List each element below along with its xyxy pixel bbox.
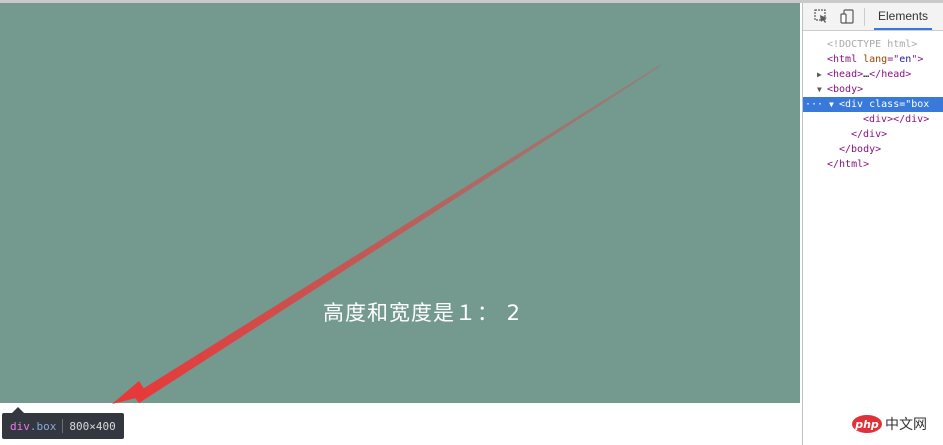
dom-token: <div [839,99,870,110]
tooltip-divider [62,419,64,433]
dom-node[interactable]: <html lang="en"> [803,52,943,67]
dom-token: "> [911,54,924,65]
tooltip-tag: div [10,419,30,433]
collapsed-triangle-icon[interactable]: ▶ [817,67,827,82]
dom-token: =" [887,54,900,65]
dom-node[interactable]: <!DOCTYPE html> [803,37,943,52]
dom-node[interactable]: </body> [803,142,943,157]
site-watermark: php 中文网 [852,414,927,434]
devtools-panel: Elements <!DOCTYPE html> <html lang="en">… [802,3,943,445]
device-toolbar-icon[interactable] [839,9,855,25]
dom-token: <body> [827,84,864,95]
tab-elements[interactable]: Elements [874,3,933,30]
dom-token: </html> [827,159,870,170]
dom-token: </head> [869,69,912,80]
devtools-toolbar: Elements [803,3,943,31]
element-tooltip: div.box 800×400 [2,407,124,439]
dom-token: <!DOCTYPE html> [827,39,918,50]
dom-node[interactable]: <div></div> [803,112,943,127]
dom-token: en [899,54,912,65]
dom-tree: <!DOCTYPE html> <html lang="en"> ▶ <head>…<… [803,31,943,172]
page-viewport: 高度和宽度是１： 2 div.box 800×400 [0,3,801,445]
watermark-text: 中文网 [885,417,927,433]
watermark-logo: php [852,415,882,433]
inspect-element-icon[interactable] [813,9,829,25]
tooltip-class: .box [29,419,57,433]
dom-token: </body> [839,144,882,155]
dom-token: lang [863,54,888,65]
dom-token: box [911,99,930,110]
dom-node[interactable]: </html> [803,157,943,172]
dom-token: class [869,99,900,110]
toolbar-divider [864,7,865,26]
more-options-icon[interactable]: ··· [805,97,823,112]
dom-node[interactable]: ▶ <head>…</head> [803,67,943,82]
expanded-triangle-icon[interactable]: ▼ [817,82,827,97]
dom-node-selected[interactable]: ··· ▼ <div class="box [803,97,943,112]
arrow-shaft [133,65,661,403]
dom-token: =" [899,99,912,110]
tooltip-size: 800×400 [69,419,116,433]
dom-token: </div> [851,129,888,140]
dom-token: <head> [827,69,864,80]
annotation-arrow [112,65,661,404]
expanded-triangle-icon[interactable]: ▼ [829,97,839,112]
dom-token: <div></div> [863,114,930,125]
dom-node[interactable]: ▼ <body> [803,82,943,97]
dom-token: <html [827,54,864,65]
dom-node[interactable]: </div> [803,127,943,142]
